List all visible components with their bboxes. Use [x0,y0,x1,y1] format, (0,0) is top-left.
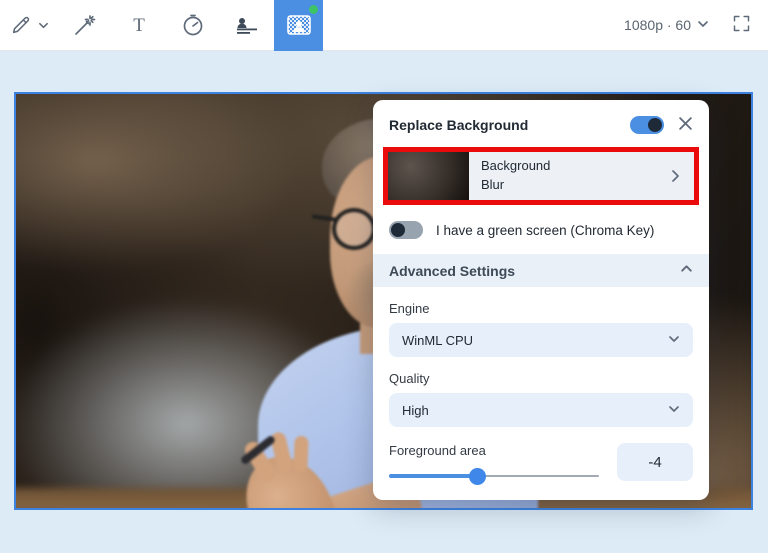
timer-tool-button[interactable] [166,0,220,51]
panel-header: Replace Background [389,116,693,134]
chroma-key-label: I have a green screen (Chroma Key) [436,222,655,238]
text-tool-button[interactable]: T [112,0,166,51]
top-toolbar: T 1080p · 60 [0,0,768,51]
quality-field: Quality High [389,371,693,427]
quality-value: High [402,402,429,418]
stage: Replace Background Background Blur I hav… [0,51,768,553]
chevron-right-icon [668,169,694,183]
engine-label: Engine [389,301,430,316]
resolution-label: 1080p · 60 [624,17,691,33]
engine-field: Engine WinML CPU [389,301,693,357]
engine-value: WinML CPU [402,332,474,348]
chevron-down-icon [668,333,680,348]
chevron-down-icon [38,20,49,31]
chroma-key-row: I have a green screen (Chroma Key) [389,221,693,239]
foreground-area-slider[interactable] [389,468,599,485]
text-icon: T [127,13,151,37]
engine-select[interactable]: WinML CPU [389,323,693,357]
chevron-down-icon [697,17,709,33]
magic-wand-icon [73,13,97,37]
close-panel-button[interactable] [678,116,693,134]
panel-title: Replace Background [389,117,529,133]
replace-background-panel: Replace Background Background Blur I hav… [373,100,709,500]
chroma-key-toggle[interactable] [389,221,423,239]
advanced-settings-header[interactable]: Advanced Settings [373,254,709,287]
replace-background-toggle[interactable] [630,116,664,134]
virtual-background-tool-button[interactable] [274,0,323,51]
quality-select[interactable]: High [389,393,693,427]
svg-text:T: T [133,15,145,36]
tool-group: T [0,0,323,51]
annotation-highlight-box: Background Blur [383,147,699,205]
advanced-settings-label: Advanced Settings [389,262,516,279]
presenter-icon [234,13,260,37]
draw-tool-button[interactable] [0,0,58,51]
background-mode-row[interactable]: Background Blur [388,152,694,200]
close-icon [678,116,693,134]
virtual-background-icon [286,12,312,38]
foreground-area-field: Foreground area -4 [389,443,693,485]
active-status-dot [309,4,318,14]
quality-label: Quality [389,371,430,386]
lower-third-tool-button[interactable] [220,0,274,51]
foreground-area-value: -4 [617,443,693,481]
toolbar-right-group: 1080p · 60 [624,13,768,37]
resolution-dropdown[interactable]: 1080p · 60 [624,17,709,33]
background-mode-label: Background Blur [481,158,551,192]
chevron-up-icon [680,262,693,280]
background-mode-thumbnail [388,152,469,200]
timer-icon [181,13,205,37]
fullscreen-button[interactable] [731,13,752,37]
slider-thumb[interactable] [469,468,487,485]
studio-app: T 1080p · 60 Replace Background Backgrou… [0,0,768,553]
fullscreen-icon [731,13,752,37]
foreground-area-label: Foreground area [389,443,486,458]
pencil-icon [10,14,32,36]
effects-tool-button[interactable] [58,0,112,51]
chevron-down-icon [668,403,680,418]
